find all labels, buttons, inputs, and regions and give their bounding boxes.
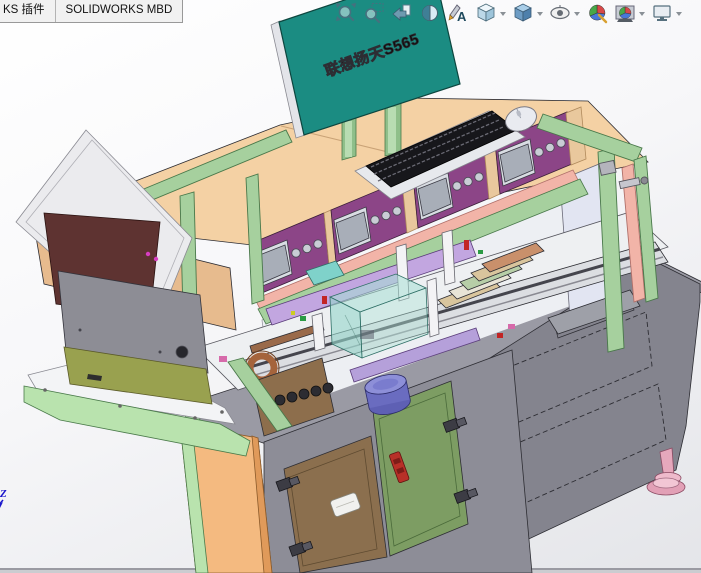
- dropdown-caret[interactable]: [639, 12, 645, 16]
- triad-z-label: Z: [0, 488, 7, 500]
- hide-show-items-button[interactable]: [548, 1, 581, 25]
- appearance-ball-icon: [586, 2, 608, 24]
- apply-scene-button[interactable]: [613, 1, 646, 25]
- dynamic-annotation-views-button[interactable]: A: [446, 1, 470, 25]
- section-view-button[interactable]: [418, 1, 442, 25]
- section-view-icon: [419, 2, 441, 24]
- annotation-views-icon: A: [447, 2, 469, 24]
- annotation-letter: A: [457, 9, 467, 24]
- dropdown-caret[interactable]: [537, 12, 543, 16]
- orientation-triad: Z: [0, 486, 34, 530]
- zoom-to-fit-button[interactable]: [334, 1, 358, 25]
- display-style-button[interactable]: [511, 1, 544, 25]
- zoom-to-fit-icon: [335, 2, 357, 24]
- monitor-icon: [651, 2, 673, 24]
- heads-up-toolbar: A: [334, 1, 683, 25]
- display-style-cube-icon: [512, 2, 534, 24]
- tab-ks-plugin[interactable]: KS 插件: [0, 0, 56, 22]
- view-settings-button[interactable]: [650, 1, 683, 25]
- dropdown-caret[interactable]: [500, 12, 506, 16]
- previous-view-button[interactable]: [390, 1, 414, 25]
- dropdown-caret[interactable]: [574, 12, 580, 16]
- graphics-viewport[interactable]: 联想扬天S565: [0, 0, 701, 573]
- view-orientation-button[interactable]: [474, 1, 507, 25]
- zoom-to-area-button[interactable]: [362, 1, 386, 25]
- tab-solidworks-mbd[interactable]: SOLIDWORKS MBD: [56, 0, 183, 22]
- zoom-to-area-icon: [363, 2, 385, 24]
- previous-view-icon: [391, 2, 413, 24]
- eye-icon: [549, 2, 571, 24]
- view-orientation-cube-icon: [475, 2, 497, 24]
- edit-appearance-button[interactable]: [585, 1, 609, 25]
- dropdown-caret[interactable]: [676, 12, 682, 16]
- apply-scene-icon: [614, 2, 636, 24]
- command-tabs: KS 插件 SOLIDWORKS MBD: [0, 0, 183, 23]
